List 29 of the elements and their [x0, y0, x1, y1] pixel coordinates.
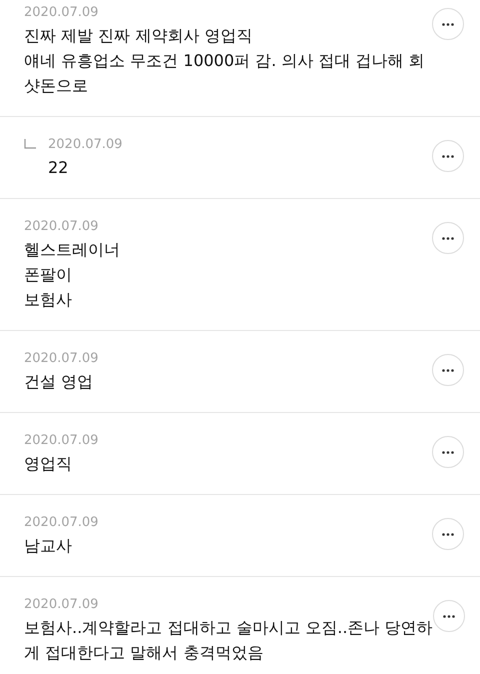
comment-date: 2020.07.09: [24, 350, 98, 368]
more-button[interactable]: [432, 436, 464, 468]
more-icon: [442, 614, 455, 618]
comment-text: 영업직: [24, 453, 73, 475]
reply-icon: [24, 139, 36, 149]
comment-date: 2020.07.09: [48, 136, 122, 154]
more-icon: [442, 154, 454, 158]
more-button[interactable]: [432, 8, 464, 40]
comment-date: 2020.07.09: [24, 514, 98, 532]
more-button[interactable]: [432, 518, 464, 550]
more-button[interactable]: [432, 354, 464, 386]
more-button[interactable]: [432, 140, 464, 172]
comment-text: 보험사..계약할라고 접대하고 술마시고 오짐..존나 당연하 게 접대한다고 말해서 충격먹었음: [24, 617, 433, 664]
comment-text: 남교사: [24, 535, 73, 557]
comment-date: 2020.07.09: [24, 432, 98, 450]
more-icon: [442, 532, 454, 536]
comment-text: 건설 영업: [24, 371, 94, 393]
comment-text: 22: [48, 157, 70, 179]
comment-text: 진짜 제발 진짜 제약회사 영업직 얘네 유흥업소 무조건 10000퍼 감. 의사 접대 겁나해 회 샷돈으로: [24, 25, 425, 97]
more-icon: [442, 22, 454, 26]
comment-date: 2020.07.09: [24, 4, 100, 22]
comment-date: 2020.07.09: [24, 218, 100, 236]
more-icon: [442, 236, 454, 240]
comment-text: 헬스트레이너 폰팔이 보험사: [24, 239, 120, 311]
more-icon: [442, 368, 454, 372]
more-button[interactable]: [432, 222, 464, 254]
more-icon: [442, 450, 454, 454]
more-button[interactable]: [432, 600, 465, 632]
comment-date: 2020.07.09: [24, 596, 100, 614]
